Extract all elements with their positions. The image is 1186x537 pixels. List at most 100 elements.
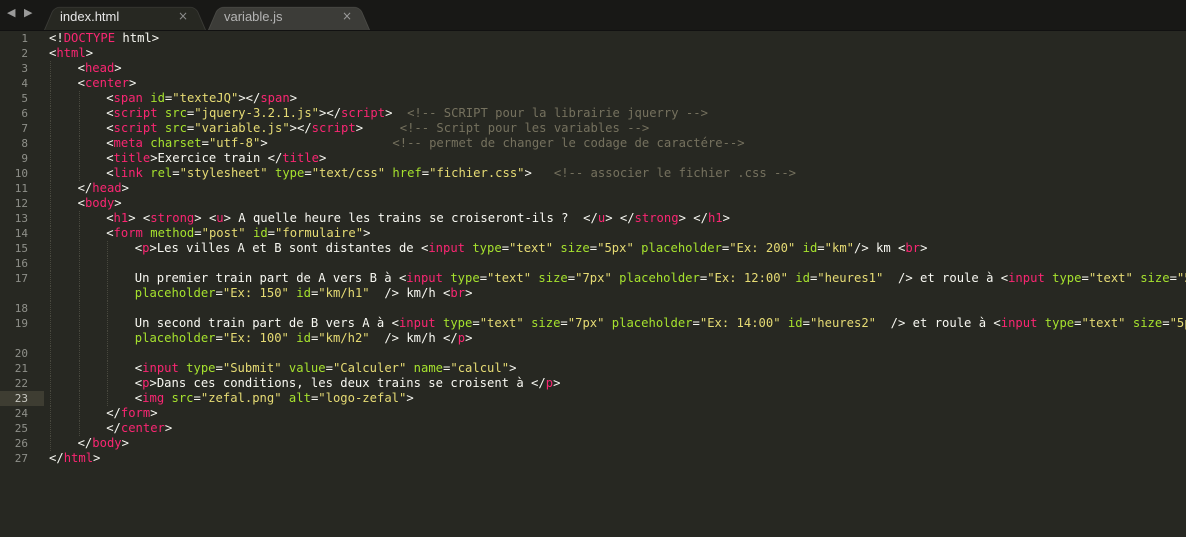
text-token: > bbox=[114, 196, 122, 210]
code-line[interactable]: <input type="Submit" value="Calculer" na… bbox=[135, 361, 517, 376]
code-line[interactable]: <center> bbox=[78, 76, 137, 91]
code-line[interactable]: Un second train part de B vers A à <inpu… bbox=[135, 316, 1186, 331]
indent-guide bbox=[50, 166, 51, 181]
indent-guide bbox=[78, 106, 80, 121]
code-line[interactable]: <p>Dans ces conditions, les deux trains … bbox=[135, 376, 561, 391]
text-token: <! bbox=[49, 31, 64, 45]
indent-guide bbox=[78, 271, 80, 286]
code-line[interactable]: <head> bbox=[78, 61, 122, 76]
tag-token: head bbox=[84, 61, 115, 75]
tag-token: br bbox=[905, 241, 921, 255]
string-token: "utf-8" bbox=[208, 136, 261, 150]
attribute-token: id bbox=[296, 286, 311, 300]
code-line[interactable]: <h1> <strong> <u> A quelle heure les tra… bbox=[106, 211, 730, 226]
close-icon[interactable]: × bbox=[178, 9, 188, 23]
code-line[interactable]: </html> bbox=[49, 451, 100, 466]
string-token: "7px" bbox=[567, 316, 605, 330]
indent-guide bbox=[50, 241, 51, 256]
back-arrow-icon[interactable]: ◀ bbox=[7, 6, 15, 19]
attribute-token: type bbox=[186, 361, 216, 375]
line-number: 20 bbox=[14, 347, 28, 360]
code-area[interactable]: <!DOCTYPE html> <html> <head> <center> <span… bbox=[49, 31, 1186, 537]
text-token: = bbox=[193, 391, 201, 405]
code-line[interactable]: <link rel="stylesheet" type="text/css" h… bbox=[106, 166, 796, 181]
indent-guide bbox=[50, 346, 51, 361]
attribute-token: placeholder bbox=[611, 316, 693, 330]
text-token: > < bbox=[194, 211, 217, 225]
code-line[interactable]: <img src="zefal.png" alt="logo-zefal"> bbox=[135, 391, 414, 406]
text-token: > </ bbox=[605, 211, 635, 225]
line-number: 17 bbox=[14, 272, 28, 285]
indent-guide bbox=[50, 61, 51, 76]
text-token: /> km < bbox=[854, 241, 906, 255]
code-line[interactable]: <!DOCTYPE html> bbox=[49, 31, 159, 46]
text-token: < bbox=[77, 61, 85, 75]
indent-guide bbox=[50, 121, 51, 136]
code-line[interactable]: </head> bbox=[78, 181, 129, 196]
line-number: 2 bbox=[21, 47, 28, 60]
code-line[interactable]: </body> bbox=[78, 436, 129, 451]
attribute-token: type bbox=[472, 241, 502, 255]
code-line[interactable]: placeholder="Ex: 100" id="km/h2" /> km/h… bbox=[135, 331, 473, 346]
line-number: 24 bbox=[14, 407, 28, 420]
indent-guide bbox=[107, 316, 109, 331]
code-line[interactable]: </form> bbox=[106, 406, 157, 421]
indent-guide bbox=[78, 421, 80, 436]
text-token: > bbox=[406, 391, 414, 405]
code-line[interactable]: <script src="jquery-3.2.1.js"></script> … bbox=[106, 106, 708, 121]
attribute-token: id bbox=[252, 226, 268, 240]
text-token: = bbox=[567, 271, 576, 285]
line-number: 3 bbox=[21, 62, 28, 75]
attribute-token: alt bbox=[288, 391, 311, 405]
code-editor[interactable]: 1 2 3 4 5 6 7 8 9 10 11 12 13 14 15 16 17 18 19 20 21 22 23 24 2… bbox=[0, 31, 1186, 537]
line-number: 21 bbox=[14, 362, 28, 375]
code-line[interactable]: <title>Exercice train </title> bbox=[106, 151, 326, 166]
code-line[interactable]: <span id="texteJQ"></span> bbox=[106, 91, 297, 106]
code-line[interactable]: <p>Les villes A et B sont distantes de <… bbox=[135, 241, 928, 256]
string-token: "text" bbox=[509, 241, 554, 255]
text-token: > bbox=[363, 226, 371, 240]
text-token: < bbox=[106, 211, 114, 225]
text-token: = bbox=[1162, 316, 1170, 330]
text-token: = bbox=[172, 166, 180, 180]
close-icon[interactable]: × bbox=[342, 9, 352, 23]
indent-guide bbox=[78, 121, 80, 136]
text-token: > bbox=[465, 286, 473, 300]
text-token: > bbox=[93, 451, 101, 465]
string-token: "5px" bbox=[1176, 271, 1186, 285]
code-line[interactable]: <meta charset="utf-8"> <!-- permet de ch… bbox=[106, 136, 744, 151]
text-token: < bbox=[106, 151, 114, 165]
code-line[interactable]: <form method="post" id="formulaire"> bbox=[106, 226, 370, 241]
tab-variable-js[interactable]: variable.js × bbox=[208, 3, 370, 30]
text-token: = bbox=[817, 241, 825, 255]
tag-token: script bbox=[113, 121, 158, 135]
indent-guide bbox=[107, 331, 109, 346]
code-line[interactable]: <body> bbox=[78, 196, 122, 211]
code-line[interactable]: </center> bbox=[106, 421, 172, 436]
text-token: = bbox=[1169, 271, 1177, 285]
text-token: = bbox=[215, 286, 223, 300]
code-line[interactable]: <script src="variable.js"></script> <!--… bbox=[106, 121, 649, 136]
line-number: 13 bbox=[14, 212, 28, 225]
indent-guide bbox=[50, 76, 51, 91]
text-token: = bbox=[479, 271, 488, 285]
indent-guide bbox=[78, 286, 80, 301]
code-line[interactable]: placeholder="Ex: 150" id="km/h1" /> km/h… bbox=[135, 286, 473, 301]
string-token: "stylesheet" bbox=[179, 166, 268, 180]
line-number: 9 bbox=[21, 152, 28, 165]
code-line[interactable]: Un premier train part de A vers B à <inp… bbox=[135, 271, 1186, 286]
attribute-token: size bbox=[1132, 316, 1163, 330]
tag-token: script bbox=[113, 106, 158, 120]
line-number: 26 bbox=[14, 437, 28, 450]
forward-arrow-icon[interactable]: ▶ bbox=[24, 6, 32, 19]
code-line[interactable]: <html> bbox=[49, 46, 93, 61]
tab-index-html[interactable]: index.html × bbox=[44, 3, 206, 30]
indent-guide bbox=[107, 361, 109, 376]
tag-token: h1 bbox=[707, 211, 723, 225]
string-token: "zefal.png" bbox=[200, 391, 282, 405]
